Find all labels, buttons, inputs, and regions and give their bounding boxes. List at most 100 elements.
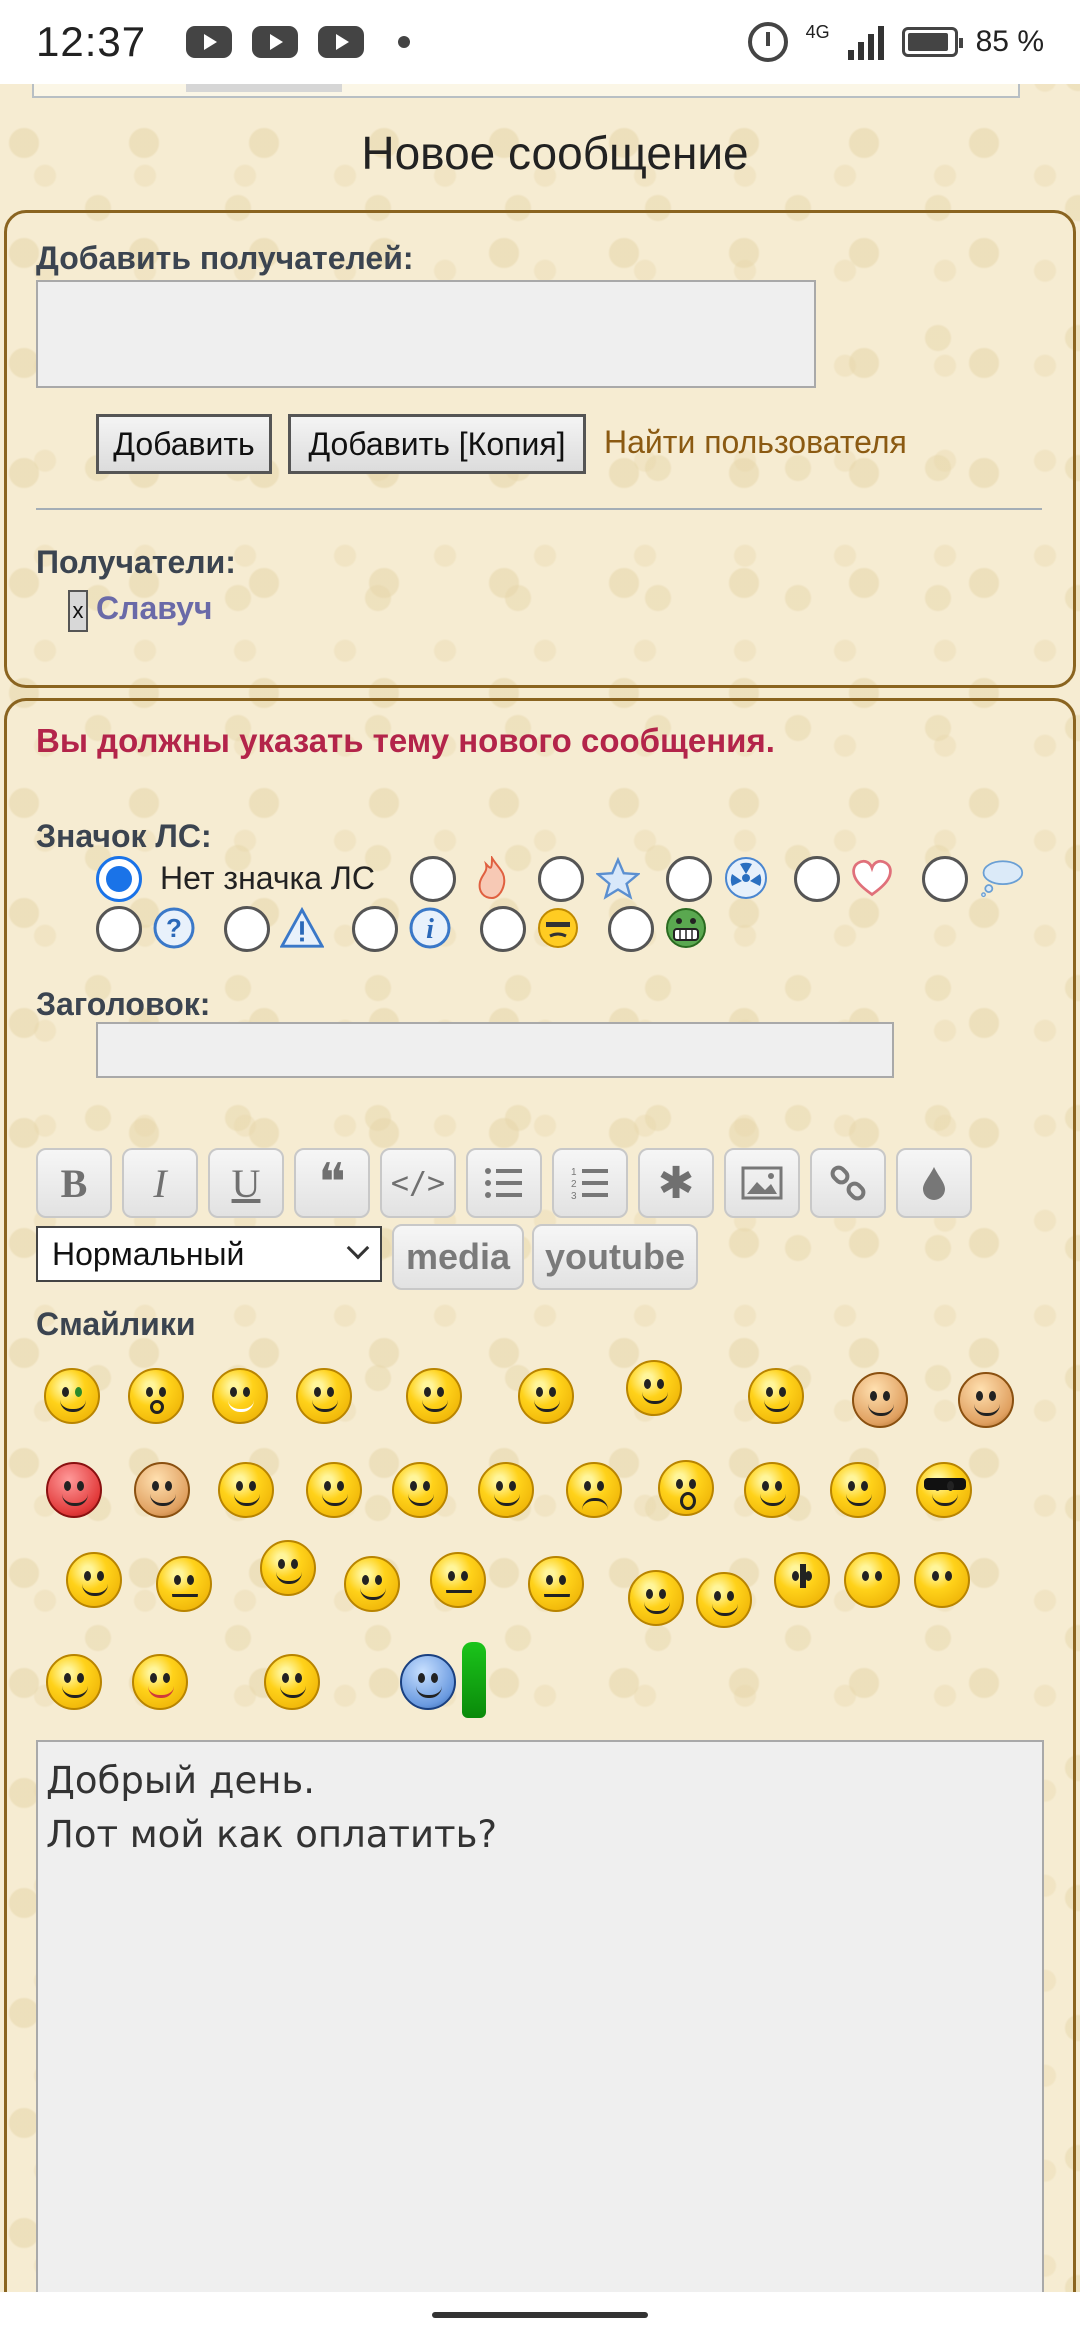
- recipient-name[interactable]: Славуч: [96, 590, 212, 627]
- smiley-mad-icon[interactable]: [528, 1556, 584, 1612]
- smiley-laugh-icon[interactable]: [958, 1372, 1014, 1428]
- smilies-label: Смайлики: [36, 1306, 196, 1342]
- smiley-sick-icon[interactable]: [44, 1368, 100, 1424]
- status-bar: 12:37 4G 85 %: [0, 0, 1080, 84]
- bullet-list-button[interactable]: [466, 1148, 542, 1218]
- heart-icon: [850, 856, 894, 900]
- numbered-list-icon: 123: [571, 1167, 608, 1201]
- add-button[interactable]: Добавить: [96, 414, 272, 474]
- status-time: 12:37: [36, 18, 147, 65]
- smiley-facepalm-icon[interactable]: [626, 1360, 682, 1416]
- home-gesture-handle[interactable]: [432, 2312, 648, 2318]
- color-button[interactable]: [896, 1148, 972, 1218]
- network-type: 4G: [805, 21, 830, 42]
- fire-icon: [470, 856, 514, 900]
- top-panel-edge: [32, 84, 1020, 98]
- info-icon: i: [408, 906, 452, 950]
- pm-icon-label: Значок ЛС:: [36, 818, 212, 854]
- smiley-sign-icon[interactable]: [406, 1368, 462, 1424]
- radio-question-icon[interactable]: [96, 906, 142, 952]
- smiley-shocked-icon[interactable]: [658, 1460, 714, 1516]
- svg-text:?: ?: [166, 913, 182, 943]
- find-user-link[interactable]: Найти пользователя: [604, 424, 907, 461]
- smiley-confused-icon[interactable]: [830, 1462, 886, 1518]
- smiley-bonk-icon[interactable]: [628, 1570, 684, 1626]
- smiley-worried-icon[interactable]: [430, 1552, 486, 1608]
- more-notifications-icon: [398, 36, 411, 48]
- asterisk-button[interactable]: ✱: [638, 1148, 714, 1218]
- smiley-annoyed-icon[interactable]: [156, 1556, 212, 1612]
- radio-info-icon[interactable]: [352, 906, 398, 952]
- italic-button[interactable]: I: [122, 1148, 198, 1218]
- smiley-smile-icon[interactable]: [518, 1368, 574, 1424]
- add-recipients-input[interactable]: [36, 280, 816, 388]
- smiley-drunk-icon[interactable]: [400, 1654, 456, 1710]
- error-message: Вы должны указать тему нового сообщения.: [36, 722, 775, 759]
- smiley-question-icon[interactable]: [844, 1552, 900, 1608]
- smiley-eyes-icon[interactable]: [744, 1462, 800, 1518]
- radio-no-icon[interactable]: [96, 856, 142, 902]
- radio-grin-smiley-icon[interactable]: [608, 906, 654, 952]
- smiley-thinking-icon[interactable]: [748, 1368, 804, 1424]
- bottle-icon: [462, 1642, 486, 1718]
- recipients-label: Получатели:: [36, 544, 236, 580]
- grin-smiley-icon: [664, 906, 708, 950]
- smiley-rude-icon[interactable]: [264, 1654, 320, 1710]
- alarm-icon: [747, 22, 788, 62]
- smiley-tongue-icon[interactable]: [132, 1654, 188, 1710]
- image-button[interactable]: [724, 1148, 800, 1218]
- radio-heart-icon[interactable]: [794, 856, 840, 902]
- radio-shy-smiley-icon[interactable]: [480, 906, 526, 952]
- svg-text:1: 1: [571, 1167, 577, 1178]
- quote-button[interactable]: ❝: [294, 1148, 370, 1218]
- smiley-big-smile-icon[interactable]: [306, 1462, 362, 1518]
- no-icon-label: Нет значка ЛС: [160, 860, 375, 896]
- svg-text:2: 2: [571, 1179, 577, 1190]
- smiley-flag-icon[interactable]: [852, 1372, 908, 1428]
- smiley-pleased-icon[interactable]: [46, 1654, 102, 1710]
- message-textarea[interactable]: Добрый день. Лот мой как оплатить?: [36, 1740, 1044, 2300]
- youtube-button[interactable]: youtube: [532, 1224, 698, 1290]
- shy-smiley-icon: [536, 906, 580, 950]
- smiley-happy-icon[interactable]: [218, 1462, 274, 1518]
- subject-input[interactable]: [96, 1022, 894, 1078]
- smiley-hiding-icon[interactable]: [66, 1552, 122, 1608]
- battery-level: 85 %: [975, 25, 1044, 58]
- radio-speech-bubble-icon[interactable]: [922, 856, 968, 902]
- smiley-hammer-icon[interactable]: [696, 1572, 752, 1628]
- radio-star-icon[interactable]: [538, 856, 584, 902]
- radio-radiation-icon[interactable]: [666, 856, 712, 902]
- font-size-select[interactable]: Нормальный: [36, 1226, 382, 1282]
- smiley-sad-icon[interactable]: [566, 1462, 622, 1518]
- color-drop-icon: [923, 1167, 945, 1200]
- smiley-teeth-icon[interactable]: [392, 1462, 448, 1518]
- smiley-angry-red-icon[interactable]: [46, 1462, 102, 1518]
- page-title: Новое сообщение: [361, 127, 749, 179]
- smiley-exclamation-icon[interactable]: [774, 1552, 830, 1608]
- remove-recipient-button[interactable]: x: [68, 590, 88, 632]
- chevron-down-icon: [346, 1236, 370, 1260]
- radiation-icon: [724, 856, 768, 900]
- smiley-yawn-icon[interactable]: [296, 1368, 352, 1424]
- add-copy-button[interactable]: Добавить [Копия]: [288, 414, 586, 474]
- radio-fire-icon[interactable]: [410, 856, 456, 902]
- code-button[interactable]: </>: [380, 1148, 456, 1218]
- smiley-silent-icon[interactable]: [212, 1368, 268, 1424]
- youtube-icon: [252, 26, 299, 58]
- smiley-reading-icon[interactable]: [260, 1540, 316, 1596]
- smiley-cool-icon[interactable]: [916, 1462, 972, 1518]
- smiley-idea-icon[interactable]: [914, 1552, 970, 1608]
- smiley-smirk-icon[interactable]: [344, 1556, 400, 1612]
- smiley-wink-icon[interactable]: [478, 1462, 534, 1518]
- radio-warning-icon[interactable]: [224, 906, 270, 952]
- numbered-list-button[interactable]: 123: [552, 1148, 628, 1218]
- smiley-surprised-icon[interactable]: [128, 1368, 184, 1424]
- bold-button[interactable]: B: [36, 1148, 112, 1218]
- media-button[interactable]: media: [392, 1224, 524, 1290]
- add-recipients-label: Добавить получателей:: [36, 240, 414, 276]
- navigation-bar: [0, 2292, 1080, 2340]
- link-button[interactable]: [810, 1148, 886, 1218]
- link-icon: [830, 1165, 866, 1201]
- smiley-grin-icon[interactable]: [134, 1462, 190, 1518]
- underline-button[interactable]: U: [208, 1148, 284, 1218]
